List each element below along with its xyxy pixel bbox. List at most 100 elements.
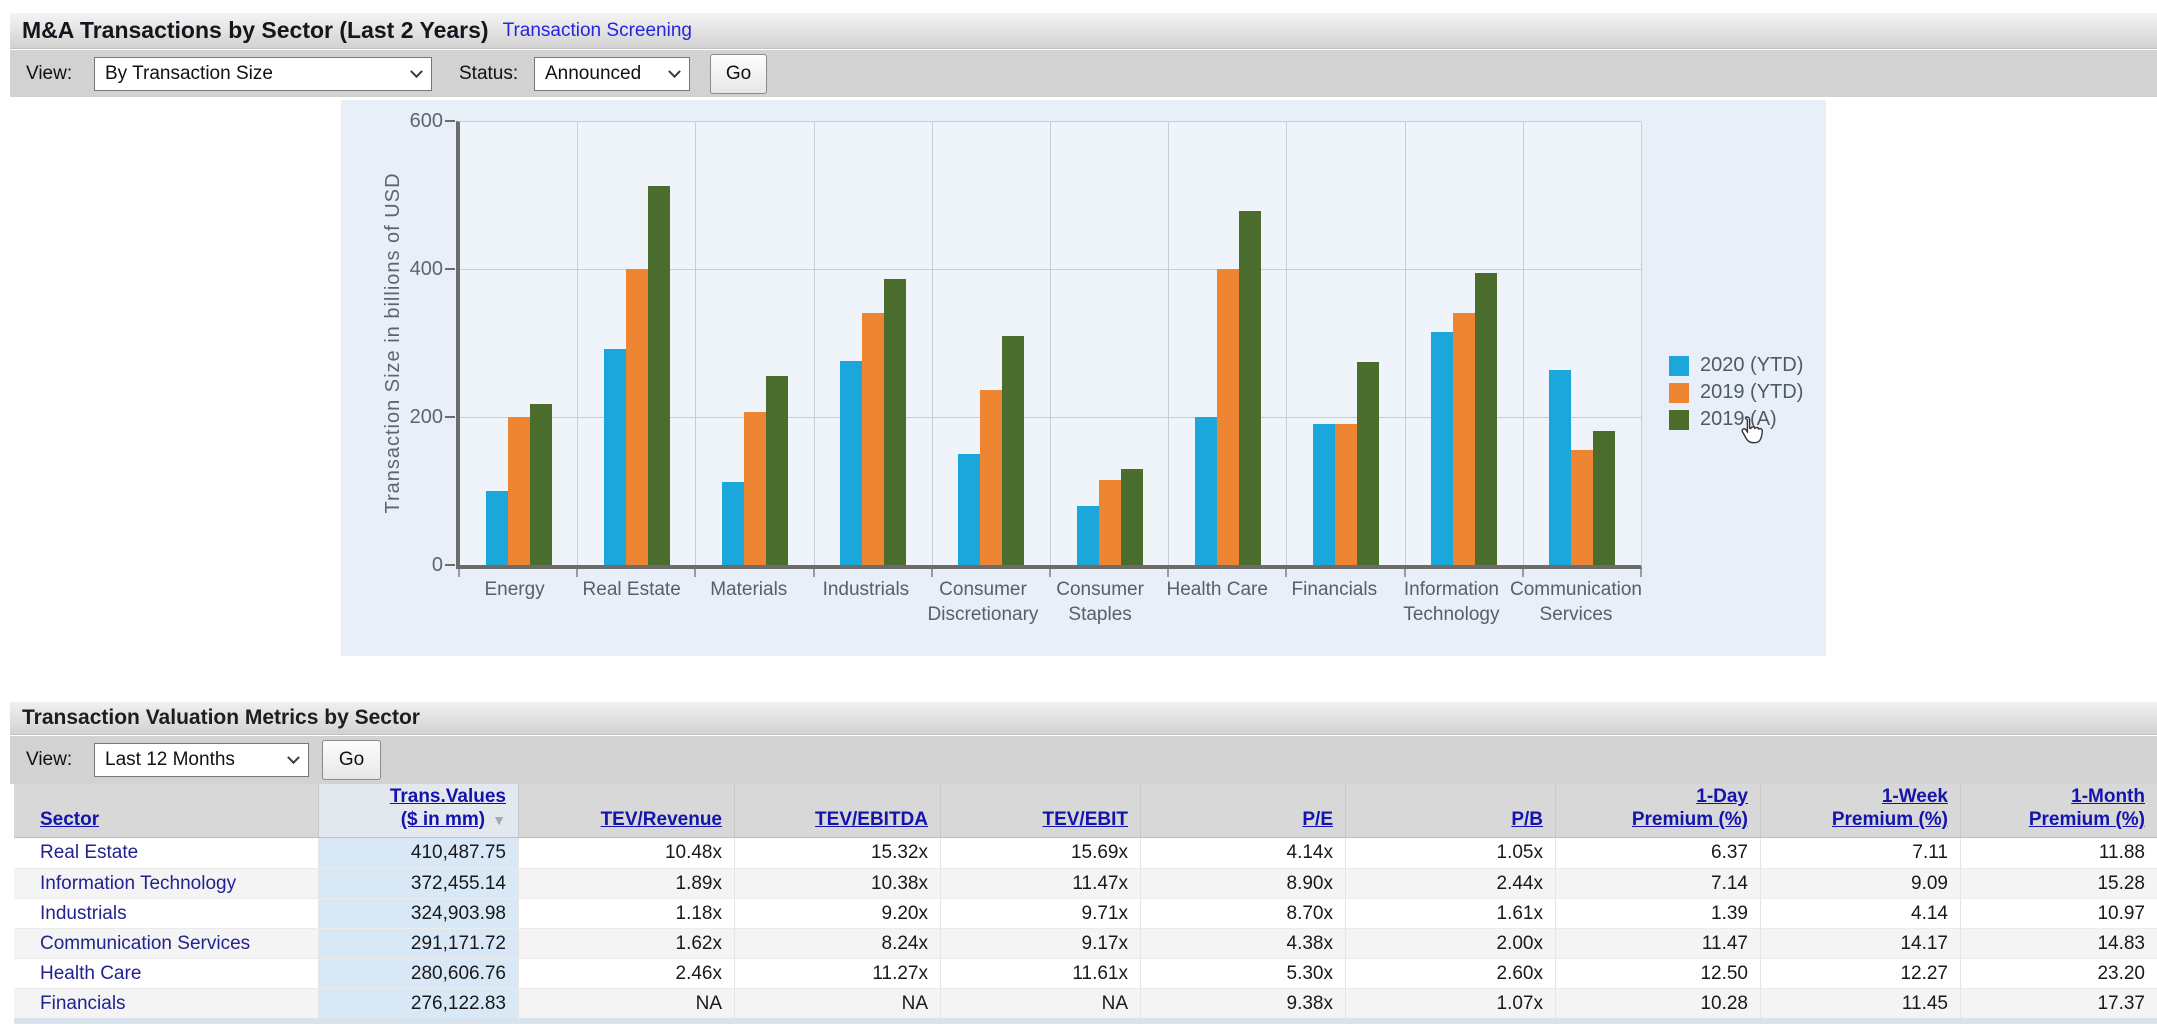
column-header-tev-revenue[interactable]: TEV/Revenue (518, 784, 734, 837)
column-header-label[interactable]: Premium (%) (1632, 808, 1748, 831)
bar-2019-a-[interactable] (1121, 469, 1143, 565)
status-select[interactable]: Announced (534, 57, 690, 91)
sector-link[interactable]: Financials (40, 993, 126, 1015)
bar-2019-a-[interactable] (766, 376, 788, 565)
chart-go-button[interactable]: Go (710, 54, 767, 94)
bar-2019-a-[interactable] (1239, 211, 1261, 565)
bar-2019-ytd-[interactable] (862, 313, 884, 565)
column-header-label[interactable]: Premium (%) (1832, 808, 1948, 831)
sector-link[interactable]: Industrials (40, 903, 127, 925)
bar-2020-ytd-[interactable] (1549, 370, 1571, 565)
metrics-view-select-value: Last 12 Months (105, 749, 281, 771)
column-header-label[interactable]: TEV/Revenue (601, 808, 722, 831)
column-header-label[interactable]: Premium (%) (2029, 808, 2145, 831)
bar-2020-ytd-[interactable] (1077, 506, 1099, 565)
y-axis-title: Transaction Size in billions of USD (382, 121, 408, 565)
sector-link[interactable]: Communication Services (40, 933, 250, 955)
column-header-sector[interactable]: Sector (14, 784, 318, 837)
table-header-row: Sector Trans.Values($ in mm) ▼ TEV/Revenue T… (14, 784, 2157, 838)
bar-2020-ytd-[interactable] (840, 361, 862, 565)
column-header-label[interactable]: ($ in mm) (401, 808, 485, 831)
category-group (460, 122, 578, 565)
column-header-tev-ebit[interactable]: TEV/EBIT (940, 784, 1140, 837)
column-header-label[interactable]: TEV/EBITDA (815, 808, 928, 831)
plot-area (456, 121, 1642, 569)
bar-2019-ytd-[interactable] (1571, 450, 1593, 565)
category-group (1524, 122, 1641, 565)
metrics-view-select[interactable]: Last 12 Months (94, 743, 309, 777)
bar-2019-ytd-[interactable] (626, 269, 648, 565)
bar-2019-a-[interactable] (884, 279, 906, 565)
legend-item[interactable]: 2020 (YTD) (1669, 352, 1803, 379)
y-tick-label: 600 (383, 108, 443, 134)
cell: 372,455.14 (318, 869, 518, 898)
cell: NA (940, 989, 1140, 1018)
column-header-1-day-premium-[interactable]: 1-DayPremium (%) (1555, 784, 1760, 837)
bar-2019-a-[interactable] (1475, 273, 1497, 565)
cell: 10.48x (518, 838, 734, 868)
cell: 9.38x (1140, 989, 1345, 1018)
cell: NA (734, 989, 940, 1018)
category-group (933, 122, 1051, 565)
column-header-tev-ebitda[interactable]: TEV/EBITDA (734, 784, 940, 837)
transaction-screening-link[interactable]: Transaction Screening (503, 20, 692, 42)
bar-2019-a-[interactable] (1002, 336, 1024, 565)
y-tick-mark (445, 416, 455, 418)
bar-groups (460, 122, 1641, 565)
cell: 7.11 (1760, 838, 1960, 868)
bar-2019-ytd-[interactable] (1453, 313, 1475, 565)
bar-2020-ytd-[interactable] (1313, 424, 1335, 565)
bar-2019-ytd-[interactable] (1217, 269, 1239, 565)
table-row: Health Care280,606.762.46x11.27x11.61x5.… (14, 958, 2157, 988)
bar-2020-ytd-[interactable] (1195, 417, 1217, 565)
category-label: Energy (456, 577, 573, 627)
page: M&A Transactions by Sector (Last 2 Years… (0, 0, 2157, 1024)
x-tick-mark (576, 569, 578, 577)
column-header-label[interactable]: Trans.Values (390, 785, 506, 808)
cell: 14.17 (1760, 929, 1960, 958)
cell: 17.37 (1960, 989, 2157, 1018)
bar-2019-ytd-[interactable] (508, 417, 530, 565)
legend-label: 2020 (YTD) (1700, 354, 1803, 377)
mouse-cursor-icon (1735, 415, 1767, 452)
view-select[interactable]: By Transaction Size (94, 57, 432, 91)
category-label: Financials (1276, 577, 1393, 627)
column-header-label[interactable]: TEV/EBIT (1042, 808, 1128, 831)
x-tick-mark (1285, 569, 1287, 577)
bar-2020-ytd-[interactable] (958, 454, 980, 565)
bar-2019-a-[interactable] (1593, 431, 1615, 565)
sort-desc-icon[interactable]: ▼ (492, 812, 506, 828)
metrics-go-button[interactable]: Go (322, 740, 381, 780)
column-header-label[interactable]: Sector (40, 808, 99, 831)
column-header-label[interactable]: 1-Day (1696, 785, 1748, 808)
bar-2020-ytd-[interactable] (722, 482, 744, 565)
column-header-label[interactable]: P/B (1511, 808, 1543, 831)
column-header-label[interactable]: 1-Week (1882, 785, 1948, 808)
column-header-p-b[interactable]: P/B (1345, 784, 1555, 837)
bar-2019-a-[interactable] (648, 186, 670, 565)
bar-2019-a-[interactable] (530, 404, 552, 565)
legend-swatch-icon (1669, 410, 1689, 430)
bar-2019-a-[interactable] (1357, 362, 1379, 565)
category-label: Communication Services (1510, 577, 1642, 627)
legend-item[interactable]: 2019 (YTD) (1669, 379, 1803, 406)
sector-link[interactable]: Health Care (40, 963, 141, 985)
bar-2020-ytd-[interactable] (1431, 332, 1453, 565)
bar-2019-ytd-[interactable] (1099, 480, 1121, 565)
bar-2019-ytd-[interactable] (980, 390, 1002, 565)
table-controls: View: Last 12 Months Go (10, 736, 2157, 784)
sector-link[interactable]: Real Estate (40, 842, 138, 864)
bar-2019-ytd-[interactable] (1335, 424, 1357, 565)
category-group (1169, 122, 1287, 565)
bar-2020-ytd-[interactable] (486, 491, 508, 565)
sector-link[interactable]: Information Technology (40, 873, 236, 895)
table-row: Real Estate410,487.7510.48x15.32x15.69x4… (14, 838, 2157, 868)
column-header-label[interactable]: P/E (1302, 808, 1333, 831)
bar-2019-ytd-[interactable] (744, 412, 766, 565)
column-header-label[interactable]: 1-Month (2071, 785, 2145, 808)
column-header-trans-values-in-mm-[interactable]: Trans.Values($ in mm) ▼ (318, 784, 518, 837)
column-header-1-month-premium-[interactable]: 1-MonthPremium (%) (1960, 784, 2157, 837)
column-header-p-e[interactable]: P/E (1140, 784, 1345, 837)
bar-2020-ytd-[interactable] (604, 349, 626, 565)
column-header-1-week-premium-[interactable]: 1-WeekPremium (%) (1760, 784, 1960, 837)
